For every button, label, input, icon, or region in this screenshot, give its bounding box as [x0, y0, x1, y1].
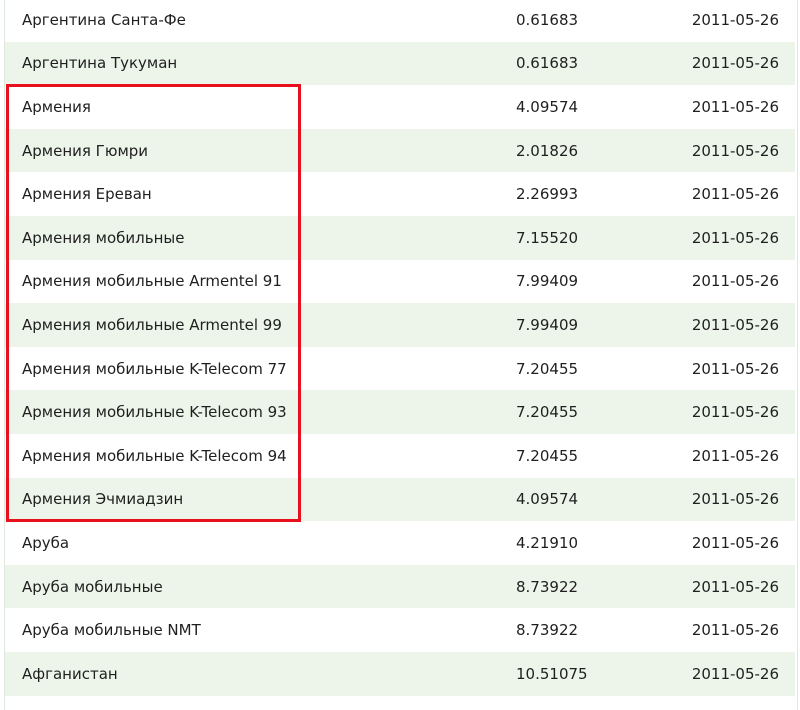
rate-cell: 7.20455 [516, 403, 579, 422]
date-cell: 2011-05-26 [691, 54, 779, 73]
date-cell: 2011-05-26 [691, 141, 779, 160]
table-row: Армения мобильные K-Telecom 93 7.20455 201… [5, 390, 795, 434]
rate-cell: 2.01826 [516, 141, 579, 160]
destination-name-cell: Аруба мобильные [22, 577, 163, 596]
rate-cell: 7.99409 [516, 272, 579, 291]
rate-cell: 0.61683 [516, 54, 579, 73]
destination-name-cell: Аргентина Санта-Фе [22, 10, 186, 29]
date-cell: 2011-05-26 [691, 403, 779, 422]
rate-cell: 7.20455 [516, 359, 579, 378]
destination-name-cell: Армения Эчмиадзин [22, 490, 184, 509]
date-cell: 2011-05-26 [691, 577, 779, 596]
rate-cell: 4.09574 [516, 490, 579, 509]
table-row: Аргентина Тукуман 0.61683 2011-05-26 [5, 41, 795, 86]
rate-cell: 7.99409 [516, 315, 579, 334]
destination-name-cell: Армения мобильные K-Telecom 93 [22, 403, 287, 422]
destination-name-cell: Аргентина Тукуман [22, 54, 178, 73]
table-row: Аруба мобильные NMT 8.73922 2011-05-26 [5, 608, 795, 652]
table-row: Армения мобильные Armentel 91 7.99409 2011… [5, 259, 795, 304]
rate-cell: 0.61683 [516, 10, 579, 29]
date-cell: 2011-05-26 [691, 446, 779, 465]
table-row: Армения Гюмри 2.01826 2011-05-26 [5, 128, 795, 173]
destination-name-cell: Аруба мобильные NMT [22, 621, 201, 640]
rate-cell: 8.73922 [516, 621, 579, 640]
destination-name-cell: Афганистан [22, 664, 118, 683]
destination-name-cell: Армения Ереван [22, 185, 152, 204]
table-row: Армения мобильные Armentel 99 7.99409 2011… [5, 303, 795, 347]
page: Аргентина Санта-Фе 0.61683 2011-05-26 Арген… [0, 0, 800, 710]
date-cell: 2011-05-26 [691, 228, 779, 247]
destination-name-cell: Армения [22, 97, 91, 116]
rate-cell: 10.51075 [516, 664, 588, 683]
table-row: Армения Эчмиадзин 4.09574 2011-05-26 [5, 477, 795, 522]
table-row: Армения мобильные K-Telecom 94 7.20455 201… [5, 433, 795, 478]
destination-name-cell: Армения Гюмри [22, 141, 149, 160]
destination-name-cell: Армения мобильные [22, 228, 185, 247]
table-row: Армения Ереван 2.26993 2011-05-26 [5, 172, 795, 216]
rates-table-body: Аргентина Санта-Фе 0.61683 2011-05-26 Арген… [5, 0, 795, 696]
date-cell: 2011-05-26 [691, 10, 779, 29]
rates-table: Аргентина Санта-Фе 0.61683 2011-05-26 Арген… [5, 0, 795, 696]
destination-name-cell: Армения мобильные Armentel 91 [22, 272, 282, 291]
date-cell: 2011-05-26 [691, 533, 779, 552]
date-cell: 2011-05-26 [691, 272, 779, 291]
destination-name-cell: Армения мобильные K-Telecom 77 [22, 359, 287, 378]
table-row: Аруба мобильные 8.73922 2011-05-26 [5, 564, 795, 609]
rate-cell: 2.26993 [516, 185, 579, 204]
table-row: Аргентина Санта-Фе 0.61683 2011-05-26 [5, 0, 795, 42]
rate-cell: 4.21910 [516, 533, 579, 552]
rate-cell: 7.15520 [516, 228, 579, 247]
date-cell: 2011-05-26 [691, 621, 779, 640]
table-row: Армения мобильные K-Telecom 77 7.20455 201… [5, 346, 795, 391]
rate-cell: 7.20455 [516, 446, 579, 465]
rate-cell: 4.09574 [516, 97, 579, 116]
date-cell: 2011-05-26 [691, 185, 779, 204]
table-row: Армения мобильные 7.15520 2011-05-26 [5, 215, 795, 260]
table-row: Аруба 4.21910 2011-05-26 [5, 521, 795, 565]
date-cell: 2011-05-26 [691, 490, 779, 509]
table-row: Армения 4.09574 2011-05-26 [5, 85, 795, 129]
rate-cell: 8.73922 [516, 577, 579, 596]
table-row: Афганистан 10.51075 2011-05-26 [5, 651, 795, 696]
destination-name-cell: Армения мобильные Armentel 99 [22, 315, 282, 334]
date-cell: 2011-05-26 [691, 664, 779, 683]
date-cell: 2011-05-26 [691, 359, 779, 378]
destination-name-cell: Аруба [22, 533, 70, 552]
destination-name-cell: Армения мобильные K-Telecom 94 [22, 446, 287, 465]
date-cell: 2011-05-26 [691, 97, 779, 116]
date-cell: 2011-05-26 [691, 315, 779, 334]
